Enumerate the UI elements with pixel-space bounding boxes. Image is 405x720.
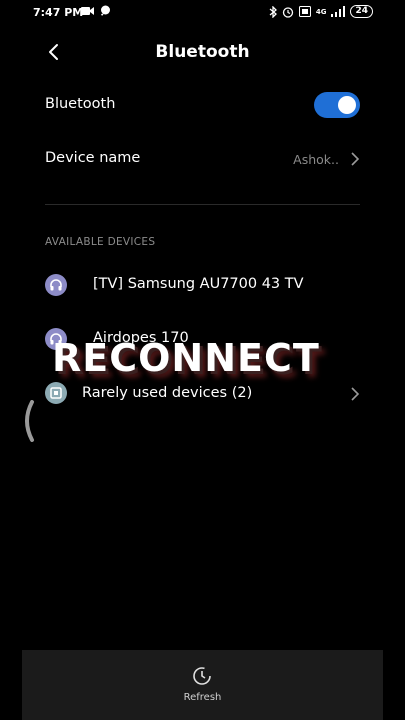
headphones-icon xyxy=(45,274,67,296)
header: Bluetooth xyxy=(0,36,405,68)
device-label: [TV] Samsung AU7700 43 TV xyxy=(93,276,304,292)
refresh-icon[interactable] xyxy=(191,665,213,687)
alarm-clock-icon xyxy=(282,6,293,18)
signal-strength-icon xyxy=(331,6,346,17)
overlay-title: RECONNECT xyxy=(52,336,320,380)
toggle-knob xyxy=(338,96,356,114)
volte-icon xyxy=(298,6,311,17)
loading-spinner-icon xyxy=(25,400,34,442)
status-time: 7:47 PM xyxy=(33,6,84,19)
bluetooth-label: Bluetooth xyxy=(45,96,116,112)
bluetooth-toggle[interactable] xyxy=(314,92,360,118)
status-right-icons: 4G 24 xyxy=(269,5,373,18)
available-devices-header: AVAILABLE DEVICES xyxy=(45,236,156,248)
divider xyxy=(45,204,360,205)
video-camera-icon xyxy=(81,6,94,15)
device-name-value: Ashok.. xyxy=(293,152,339,167)
bluetooth-icon xyxy=(269,5,277,18)
device-item-samsung-tv[interactable]: [TV] Samsung AU7700 43 TV xyxy=(0,274,405,298)
page-title: Bluetooth xyxy=(155,42,250,62)
battery-indicator: 24 xyxy=(350,5,373,18)
signal-type-label: 4G xyxy=(315,7,327,16)
rarely-used-devices-row[interactable]: Rarely used devices (2) xyxy=(0,382,405,406)
chat-bubble-icon xyxy=(101,5,110,16)
chevron-right-icon xyxy=(351,387,360,401)
status-left-icons xyxy=(81,5,111,16)
refresh-button[interactable]: Refresh xyxy=(22,692,383,703)
device-name-row[interactable]: Device name Ashok.. xyxy=(0,146,405,172)
bottom-action-bar: Refresh xyxy=(22,650,383,720)
status-bar: 7:47 PM 4G 24 xyxy=(0,0,405,26)
bluetooth-toggle-row[interactable]: Bluetooth xyxy=(0,92,405,118)
devices-icon xyxy=(45,382,67,404)
device-name-label: Device name xyxy=(45,150,141,166)
chevron-right-icon xyxy=(351,152,360,166)
rarely-used-label: Rarely used devices (2) xyxy=(82,385,253,401)
